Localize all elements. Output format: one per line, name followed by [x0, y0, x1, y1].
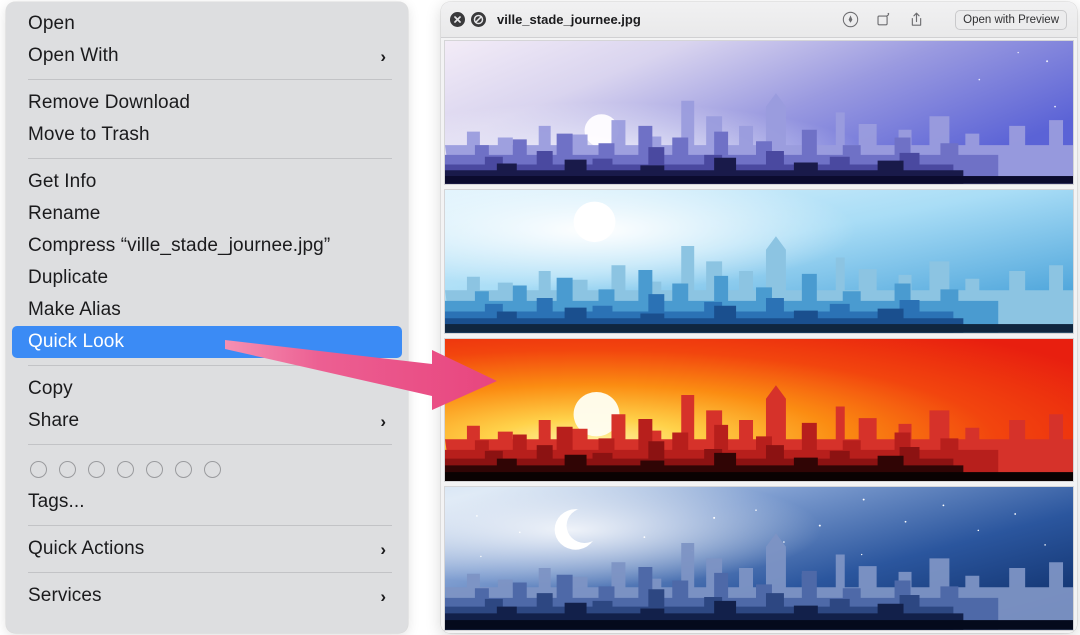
rotate-icon[interactable]	[875, 11, 892, 28]
close-icon[interactable]	[450, 12, 465, 27]
quick-look-preview-area	[441, 38, 1077, 633]
menu-separator	[28, 525, 392, 526]
share-icon[interactable]	[908, 11, 925, 28]
menu-item-make-alias[interactable]: Make Alias	[12, 294, 402, 326]
menu-separator	[28, 444, 392, 445]
chevron-right-icon: ›	[380, 539, 386, 559]
menu-item-label: Rename	[28, 203, 101, 224]
menu-item-label: Quick Actions	[28, 538, 145, 559]
no-entry-icon[interactable]	[471, 12, 486, 27]
menu-item-duplicate[interactable]: Duplicate	[12, 262, 402, 294]
menu-item-label: Get Info	[28, 171, 97, 192]
menu-item-label: Services	[28, 585, 102, 606]
preview-panel-day	[444, 188, 1074, 334]
menu-item-label: Quick Look	[28, 331, 125, 352]
menu-item-share[interactable]: Share ›	[12, 405, 402, 437]
quick-look-filename: ville_stade_journee.jpg	[497, 12, 641, 27]
menu-item-quick-actions[interactable]: Quick Actions ›	[12, 533, 402, 565]
menu-item-label: Tags...	[28, 491, 85, 512]
menu-separator	[28, 572, 392, 573]
tag-swatch[interactable]	[117, 460, 134, 478]
menu-item-move-to-trash[interactable]: Move to Trash	[12, 119, 402, 151]
menu-item-open-with[interactable]: Open With ›	[12, 40, 402, 72]
tag-swatch[interactable]	[204, 460, 221, 478]
tag-swatch[interactable]	[59, 460, 76, 478]
preview-panel-night	[444, 486, 1074, 631]
chevron-right-icon: ›	[380, 586, 386, 606]
menu-item-quick-look[interactable]: Quick Look	[12, 326, 402, 358]
menu-item-label: Compress “ville_stade_journee.jpg”	[28, 235, 331, 256]
menu-item-tags[interactable]: Tags...	[12, 486, 402, 518]
menu-item-label: Make Alias	[28, 299, 121, 320]
menu-item-label: Open	[28, 13, 75, 34]
preview-panel-sunset	[444, 337, 1074, 483]
menu-item-label: Share	[28, 410, 80, 431]
chevron-right-icon: ›	[380, 46, 386, 66]
quick-look-window: ville_stade_journee.jpg Open with Previe…	[441, 2, 1077, 633]
tag-swatch[interactable]	[88, 460, 105, 478]
tag-color-swatches[interactable]	[6, 452, 408, 486]
menu-separator	[28, 158, 392, 159]
menu-item-label: Move to Trash	[28, 124, 150, 145]
open-with-preview-button[interactable]: Open with Preview	[955, 9, 1067, 30]
context-menu: Open Open With › Remove Download Move to Tra…	[6, 2, 408, 633]
menu-item-label: Remove Download	[28, 92, 191, 113]
menu-item-rename[interactable]: Rename	[12, 198, 402, 230]
menu-item-get-info[interactable]: Get Info	[12, 166, 402, 198]
screenshot-root: Open Open With › Remove Download Move to Tra…	[0, 0, 1080, 635]
preview-panel-dawn	[444, 40, 1074, 185]
quick-look-titlebar: ville_stade_journee.jpg Open with Previe…	[441, 2, 1077, 38]
chevron-right-icon: ›	[380, 411, 386, 431]
tag-swatch[interactable]	[175, 460, 192, 478]
menu-item-compress-ville-stade-journee-jpg[interactable]: Compress “ville_stade_journee.jpg”	[12, 230, 402, 262]
menu-item-label: Open With	[28, 45, 119, 66]
tag-swatch[interactable]	[146, 460, 163, 478]
menu-item-open[interactable]: Open	[12, 8, 402, 40]
menu-item-copy[interactable]: Copy	[12, 373, 402, 405]
menu-item-services[interactable]: Services ›	[12, 580, 402, 612]
menu-item-remove-download[interactable]: Remove Download	[12, 87, 402, 119]
menu-separator	[28, 365, 392, 366]
tag-swatch[interactable]	[30, 460, 47, 478]
quick-look-toolbar: Open with Preview	[842, 9, 1067, 30]
menu-item-label: Copy	[28, 378, 73, 399]
markup-icon[interactable]	[842, 11, 859, 28]
menu-separator	[28, 79, 392, 80]
menu-item-label: Duplicate	[28, 267, 109, 288]
